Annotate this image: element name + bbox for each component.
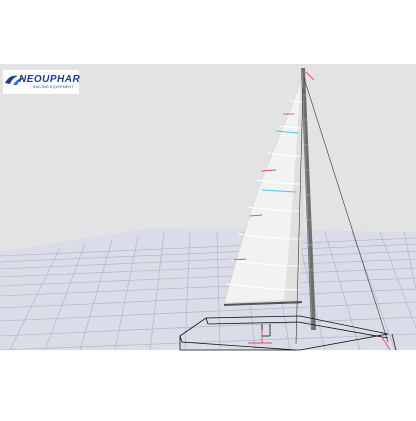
- sail-scene-canvas[interactable]: [0, 0, 416, 416]
- 3d-viewport[interactable]: NEOUPHAR SAILING EQUIPMENT: [0, 0, 416, 416]
- brand-logo: NEOUPHAR SAILING EQUIPMENT: [3, 70, 80, 94]
- logo-tagline: SAILING EQUIPMENT: [33, 85, 74, 89]
